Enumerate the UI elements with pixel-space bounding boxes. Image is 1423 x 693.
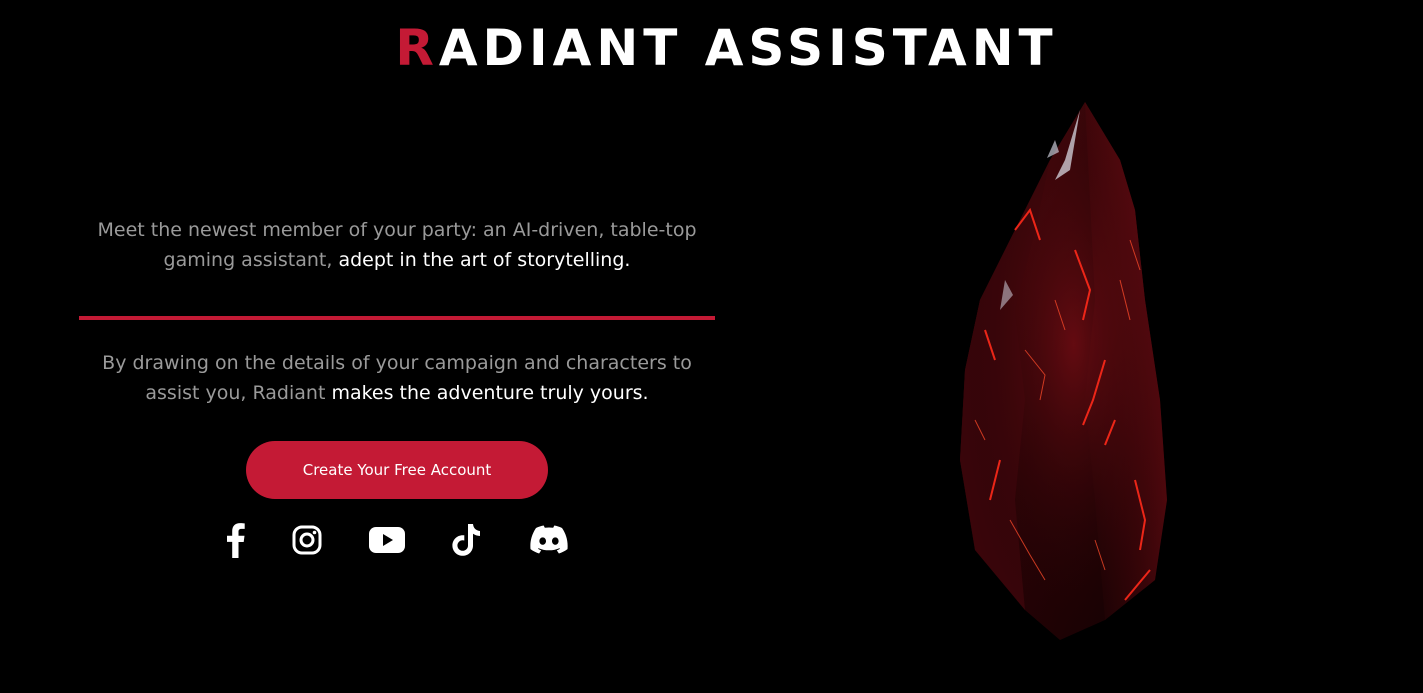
- facebook-icon: [227, 523, 245, 558]
- tiktok-icon: [452, 524, 480, 556]
- tiktok-link[interactable]: [450, 520, 484, 560]
- page-title: RADIANT ASSISTANT: [0, 18, 1423, 78]
- section-divider: [79, 316, 715, 320]
- create-account-button[interactable]: Create Your Free Account: [246, 441, 548, 499]
- intro-highlight-text: adept in the art of storytelling.: [338, 249, 631, 271]
- facebook-link[interactable]: [220, 520, 250, 560]
- instagram-link[interactable]: [290, 520, 324, 560]
- instagram-icon: [292, 525, 322, 555]
- landing-page: RADIANT ASSISTANT Meet the newest member…: [0, 0, 1423, 693]
- discord-icon: [530, 525, 568, 554]
- title-rest: ADIANT ASSISTANT: [438, 19, 1058, 77]
- detail-paragraph: By drawing on the details of your campai…: [79, 348, 715, 408]
- youtube-icon: [369, 527, 405, 553]
- intro-paragraph: Meet the newest member of your party: an…: [79, 215, 715, 275]
- title-accent-letter: R: [395, 19, 439, 77]
- intro-section: Meet the newest member of your party: an…: [79, 215, 715, 408]
- detail-highlight-text: makes the adventure truly yours.: [331, 382, 649, 404]
- youtube-link[interactable]: [368, 520, 406, 560]
- discord-link[interactable]: [528, 520, 570, 560]
- red-crystal-image: [960, 102, 1167, 640]
